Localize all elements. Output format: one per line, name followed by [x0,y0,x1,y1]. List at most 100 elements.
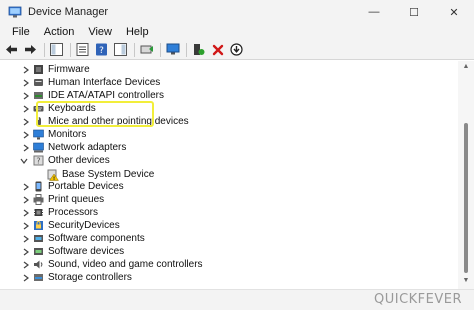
ide-controller-icon [34,92,43,99]
chevron-right-icon[interactable] [22,65,30,75]
tree-item-label: Software components [48,233,145,244]
toolbar-separator [44,42,45,57]
chevron-right-icon[interactable] [22,273,30,283]
action-pane-icon [114,43,127,56]
uninstall-device-button[interactable] [210,42,225,57]
tree-item-label: Portable Devices [48,181,124,192]
chevron-right-icon[interactable] [22,78,30,88]
chevron-down-icon[interactable] [20,156,28,166]
properties-button[interactable] [75,42,90,57]
tree-item-label: Storage controllers [48,272,132,283]
processor-icon [34,209,43,216]
security-device-icon [34,221,43,230]
watermark: QUICKFEVER [373,292,462,307]
toolbar-separator [160,42,161,57]
scan-hardware-button[interactable] [165,42,180,57]
other-devices-icon: ? [33,155,44,166]
scrollbar-thumb[interactable] [464,123,468,273]
software-device-icon [34,248,43,255]
update-driver-icon [140,45,153,54]
chevron-right-icon[interactable] [22,130,30,140]
tree-item-portable-devices[interactable]: Portable Devices [0,180,440,193]
scan-hardware-monitor-icon [166,43,179,55]
scroll-down-arrow-icon[interactable]: ▼ [462,277,470,285]
svg-text:?: ? [99,46,104,56]
hid-icon [34,79,43,86]
menu-action[interactable]: Action [37,26,82,38]
network-adapter-icon [33,142,44,153]
enable-device-icon [194,44,205,55]
tree-item-label: Human Interface Devices [48,77,161,88]
chevron-right-icon[interactable] [22,234,30,244]
monitor-icon [33,129,44,140]
unknown-device-warning-icon [47,169,59,181]
minimize-button[interactable]: — [354,0,394,24]
properties-icon [76,43,89,56]
tree-item-software-components[interactable]: Software components [0,232,440,245]
chevron-right-icon[interactable] [22,260,30,270]
tree-item-security-devices[interactable]: SecurityDevices [0,219,440,232]
toolbar-separator [186,42,187,57]
menu-help[interactable]: Help [119,26,156,38]
firmware-icon [34,65,43,74]
toolbar: ? [0,40,474,60]
tree-item-label: Monitors [48,129,87,140]
chevron-right-icon[interactable] [22,91,30,101]
tree-item-label: Processors [48,207,99,218]
tree-item-label: Other devices [48,155,110,166]
window-controls: — ☐ ✕ [354,0,474,24]
forward-arrow-icon [25,45,36,54]
chevron-right-icon[interactable] [22,117,30,127]
tree-item-network-adapters[interactable]: Network adapters [0,141,440,154]
back-button[interactable] [4,42,19,57]
enable-device-button[interactable] [191,42,206,57]
tree-item-label: Firmware [48,64,90,75]
printer-icon [33,194,44,205]
show-hide-console-tree-button[interactable] [49,42,64,57]
chevron-right-icon[interactable] [22,143,30,153]
help-button[interactable]: ? [94,42,109,57]
toolbar-separator [134,42,135,57]
chevron-right-icon[interactable] [22,208,30,218]
chevron-right-icon[interactable] [22,221,30,231]
highlight-box [36,101,154,127]
tree-item-label: Sound, video and game controllers [48,259,203,270]
update-driver-button[interactable] [139,42,154,57]
menu-file[interactable]: File [5,26,37,38]
tree-item-label: Print queues [48,194,105,205]
tree-item-sound-video-game-controllers[interactable]: Sound, video and game controllers [0,258,440,271]
menu-view[interactable]: View [81,26,119,38]
device-tree[interactable]: Firmware Human Interface Devices IDE ATA… [0,61,458,289]
forward-button[interactable] [23,42,38,57]
tree-item-label: Software devices [48,246,125,257]
chevron-right-icon[interactable] [22,247,30,257]
storage-controller-icon [34,274,43,281]
close-button[interactable]: ✕ [434,0,474,24]
chevron-right-icon[interactable] [22,182,30,192]
tree-item-software-devices[interactable]: Software devices [0,245,440,258]
tree-item-firmware[interactable]: Firmware [0,63,440,76]
tree-item-processors[interactable]: Processors [0,206,440,219]
window-title: Device Manager [28,6,109,18]
portable-device-icon [35,181,42,192]
device-manager-app-icon [8,6,22,18]
menu-bar: File Action View Help [0,24,474,40]
tree-item-monitors[interactable]: Monitors [0,128,440,141]
vertical-scrollbar[interactable]: ▲ ▼ [458,61,474,289]
software-component-icon [34,235,43,242]
tree-item-storage-controllers[interactable]: Storage controllers [0,271,440,284]
chevron-right-icon[interactable] [22,104,30,114]
tree-item-other-devices[interactable]: ? Other devices [0,154,440,167]
download-driver-button[interactable] [229,42,244,57]
action-pane-button[interactable] [113,42,128,57]
scroll-up-arrow-icon[interactable]: ▲ [462,63,470,71]
tree-item-human-interface-devices[interactable]: Human Interface Devices [0,76,440,89]
tree-item-label: SecurityDevices [48,220,120,231]
title-bar: Device Manager — ☐ ✕ [0,0,474,24]
tree-item-label: Network adapters [48,142,127,153]
sound-icon [34,260,43,269]
chevron-right-icon[interactable] [22,195,30,205]
maximize-button[interactable]: ☐ [394,0,434,24]
tree-item-print-queues[interactable]: Print queues [0,193,440,206]
svg-text:?: ? [36,157,40,166]
